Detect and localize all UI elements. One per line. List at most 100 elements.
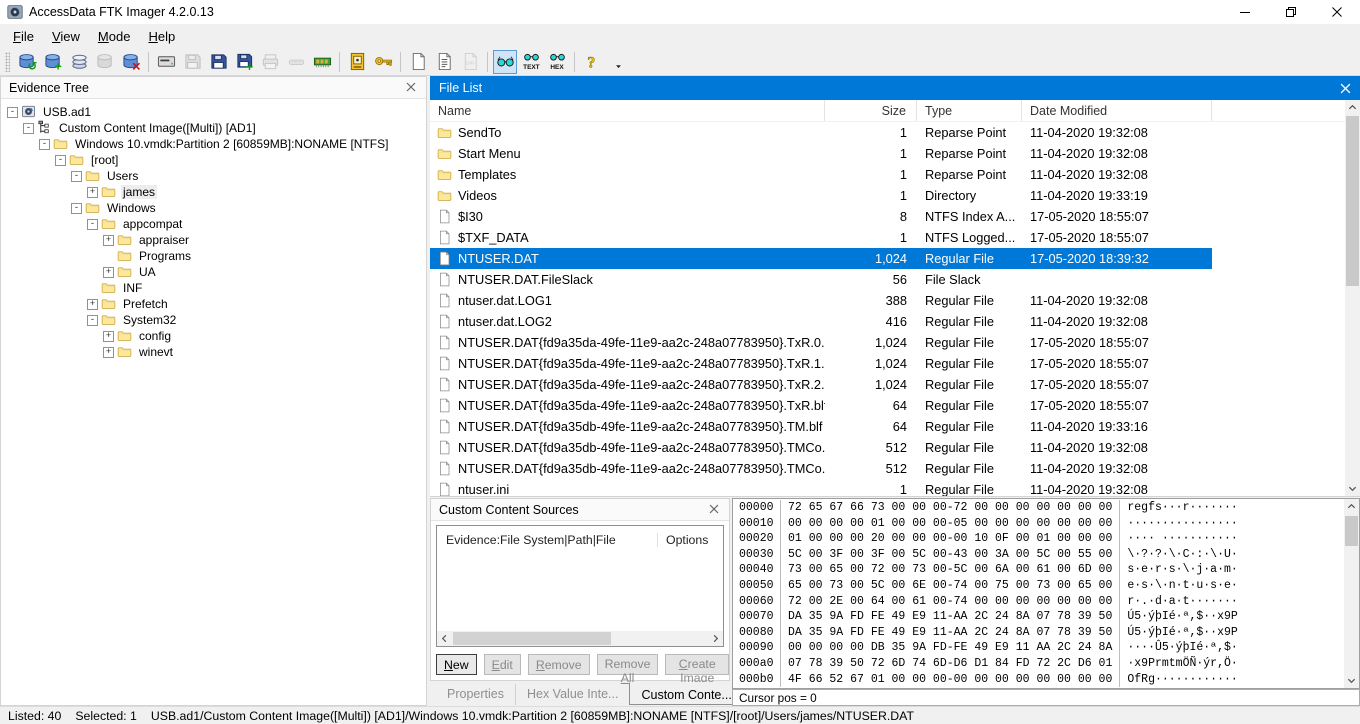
text-view-mode-button[interactable]: TEXT bbox=[519, 50, 543, 74]
tree-expander[interactable]: - bbox=[39, 139, 50, 150]
tree-node[interactable]: + UA bbox=[7, 264, 426, 280]
tree-node[interactable]: - USB.ad1 bbox=[7, 104, 426, 120]
file-row[interactable]: NTUSER.DAT.FileSlack 56 File Slack bbox=[430, 269, 1344, 290]
file-row[interactable]: ntuser.dat.LOG2 416 Regular File 11-04-2… bbox=[430, 311, 1344, 332]
auto-view-mode-button[interactable] bbox=[493, 50, 517, 74]
scroll-right-icon[interactable] bbox=[708, 631, 723, 646]
obtain-protected-files-button[interactable] bbox=[345, 50, 369, 74]
tree-expander[interactable]: - bbox=[71, 171, 82, 182]
file-row[interactable]: NTUSER.DAT{fd9a35db-49fe-11e9-aa2c-248a0… bbox=[430, 437, 1344, 458]
file-row[interactable]: Videos 1 Directory 11-04-2020 19:33:19 bbox=[430, 185, 1344, 206]
tree-expander[interactable]: + bbox=[103, 235, 114, 246]
remove-source-button[interactable]: Remove bbox=[528, 654, 590, 675]
capture-memory-button[interactable] bbox=[310, 50, 334, 74]
column-header-date[interactable]: Date Modified bbox=[1022, 100, 1212, 121]
file-row[interactable]: $TXF_DATA 1 NTFS Logged... 17-05-2020 18… bbox=[430, 227, 1344, 248]
menu-help[interactable]: Help bbox=[139, 26, 184, 47]
tree-node[interactable]: - Users bbox=[7, 168, 426, 184]
custom-content-list[interactable]: Evidence:File System|Path|File Options bbox=[436, 525, 724, 647]
export-disk-image-button[interactable] bbox=[206, 50, 230, 74]
create-disk-image-button[interactable] bbox=[154, 50, 178, 74]
tree-expander[interactable]: - bbox=[87, 315, 98, 326]
remove-all-sources-button[interactable]: Remove All bbox=[597, 654, 659, 675]
column-header-type[interactable]: Type bbox=[917, 100, 1022, 121]
close-icon[interactable] bbox=[709, 504, 721, 516]
image-mounting-button[interactable] bbox=[67, 50, 91, 74]
add-evidence-item-button[interactable]: ↺ bbox=[15, 50, 39, 74]
export-files-button[interactable] bbox=[284, 50, 308, 74]
tree-expander[interactable]: + bbox=[103, 331, 114, 342]
file-row[interactable]: ntuser.dat.LOG1 388 Regular File 11-04-2… bbox=[430, 290, 1344, 311]
file-row[interactable]: SendTo 1 Reparse Point 11-04-2020 19:32:… bbox=[430, 122, 1344, 143]
tree-node[interactable]: - Windows bbox=[7, 200, 426, 216]
tree-expander[interactable]: - bbox=[23, 123, 34, 134]
help-button[interactable]: ? bbox=[580, 50, 604, 74]
tree-expander[interactable]: + bbox=[103, 267, 114, 278]
tree-node[interactable]: + Prefetch bbox=[7, 296, 426, 312]
close-icon[interactable] bbox=[1340, 83, 1351, 94]
tab[interactable]: Properties bbox=[436, 684, 515, 705]
tree-expander[interactable]: - bbox=[87, 219, 98, 230]
tree-node[interactable]: + config bbox=[7, 328, 426, 344]
toolbar-grip[interactable] bbox=[5, 52, 10, 72]
tree-expander[interactable]: - bbox=[71, 203, 82, 214]
tree-expander[interactable]: - bbox=[7, 107, 18, 118]
add-to-custom-content-image-button[interactable]: + bbox=[232, 50, 256, 74]
tree-node[interactable]: - Custom Content Image([Multi]) [AD1] bbox=[7, 120, 426, 136]
toolbar-overflow-button[interactable] bbox=[606, 50, 630, 74]
tree-expander[interactable]: + bbox=[87, 187, 98, 198]
scrollbar-thumb[interactable] bbox=[1346, 116, 1359, 286]
tree-expander[interactable]: + bbox=[103, 347, 114, 358]
tab[interactable]: Hex Value Inte... bbox=[515, 684, 630, 705]
scroll-down-icon[interactable] bbox=[1344, 673, 1359, 688]
add-all-attached-devices-button[interactable]: + bbox=[41, 50, 65, 74]
tree-node[interactable]: - [root] bbox=[7, 152, 426, 168]
tree-node[interactable]: - Windows 10.vmdk:Partition 2 [60859MB]:… bbox=[7, 136, 426, 152]
scroll-left-icon[interactable] bbox=[437, 631, 452, 646]
tree-node[interactable]: + appraiser bbox=[7, 232, 426, 248]
tree-node[interactable]: - appcompat bbox=[7, 216, 426, 232]
file-row[interactable]: ntuser.ini 1 Regular File 11-04-2020 19:… bbox=[430, 479, 1344, 496]
tree-node[interactable]: INF bbox=[7, 280, 426, 296]
tree-expander[interactable] bbox=[103, 251, 114, 262]
new-source-button[interactable]: New bbox=[436, 654, 477, 675]
tab[interactable]: Custom Conte... bbox=[629, 682, 743, 705]
hex-rows[interactable]: 00000 72 65 67 66 73 00 00 00-72 00 00 0… bbox=[733, 500, 1343, 688]
file-row[interactable]: NTUSER.DAT{fd9a35da-49fe-11e9-aa2c-248a0… bbox=[430, 353, 1344, 374]
file-row[interactable]: Start Menu 1 Reparse Point 11-04-2020 19… bbox=[430, 143, 1344, 164]
column-header-name[interactable]: Name bbox=[430, 100, 825, 121]
tree-node[interactable]: Programs bbox=[7, 248, 426, 264]
file-row[interactable]: NTUSER.DAT{fd9a35da-49fe-11e9-aa2c-248a0… bbox=[430, 395, 1344, 416]
file-row[interactable]: Templates 1 Reparse Point 11-04-2020 19:… bbox=[430, 164, 1344, 185]
column-header-options[interactable]: Options bbox=[657, 533, 723, 547]
scrollbar-thumb[interactable] bbox=[453, 632, 611, 645]
file-row[interactable]: NTUSER.DAT{fd9a35da-49fe-11e9-aa2c-248a0… bbox=[430, 374, 1344, 395]
detect-efs-encryption-button[interactable] bbox=[371, 50, 395, 74]
export-file-hash-list-button[interactable] bbox=[432, 50, 456, 74]
tree-node[interactable]: + winevt bbox=[7, 344, 426, 360]
close-icon[interactable] bbox=[406, 82, 418, 94]
file-row[interactable]: NTUSER.DAT{fd9a35da-49fe-11e9-aa2c-248a0… bbox=[430, 332, 1344, 353]
create-image-button[interactable]: Create Image bbox=[665, 654, 729, 675]
scroll-up-icon[interactable] bbox=[1345, 100, 1360, 115]
tree-expander[interactable]: + bbox=[87, 299, 98, 310]
menu-view[interactable]: View bbox=[43, 26, 89, 47]
file-row[interactable]: $I30 8 NTFS Index A... 17-05-2020 18:55:… bbox=[430, 206, 1344, 227]
file-row[interactable]: NTUSER.DAT 1,024 Regular File 17-05-2020… bbox=[430, 248, 1344, 269]
save-button[interactable] bbox=[180, 50, 204, 74]
tree-node[interactable]: - System32 bbox=[7, 312, 426, 328]
file-row[interactable]: NTUSER.DAT{fd9a35db-49fe-11e9-aa2c-248a0… bbox=[430, 458, 1344, 479]
export-directory-listing-button[interactable]: DIR bbox=[458, 50, 482, 74]
close-button[interactable] bbox=[1314, 0, 1360, 24]
remove-evidence-item-button[interactable]: ✕ bbox=[119, 50, 143, 74]
file-list-scrollbar[interactable] bbox=[1345, 100, 1360, 496]
tree-expander[interactable]: - bbox=[55, 155, 66, 166]
new-button[interactable] bbox=[406, 50, 430, 74]
hex-scrollbar[interactable] bbox=[1344, 499, 1359, 688]
menu-file[interactable]: File bbox=[4, 26, 43, 47]
tree-expander[interactable] bbox=[87, 283, 98, 294]
minimize-button[interactable] bbox=[1222, 0, 1268, 24]
unmount-image-button[interactable] bbox=[93, 50, 117, 74]
scrollbar-thumb[interactable] bbox=[1345, 516, 1358, 546]
edit-source-button[interactable]: Edit bbox=[484, 654, 521, 675]
